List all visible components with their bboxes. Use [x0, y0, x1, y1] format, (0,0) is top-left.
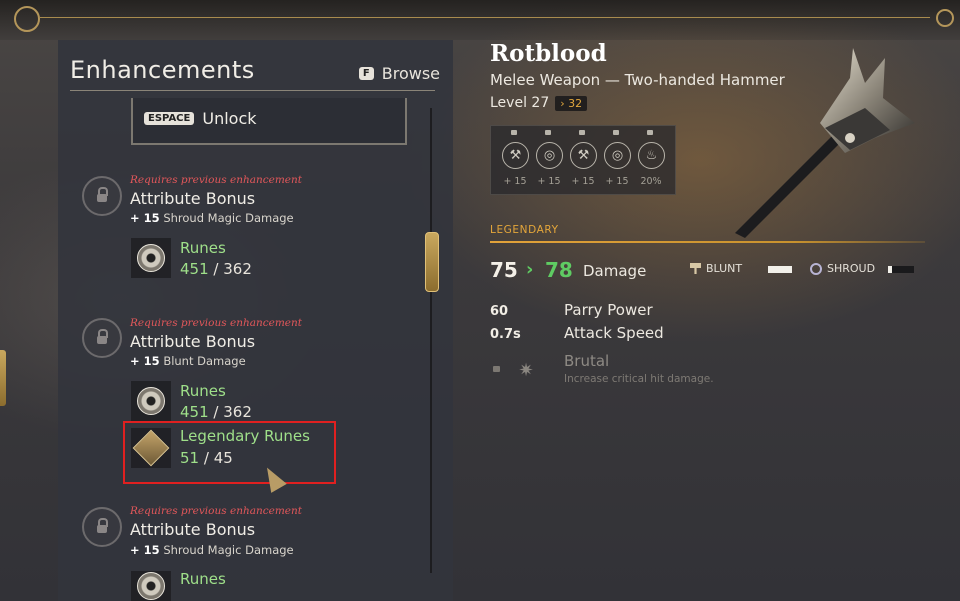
damage-new: 78: [545, 258, 573, 282]
unlock-button[interactable]: ESPACE Unlock: [144, 109, 257, 128]
bonus-value: + 15: [130, 354, 160, 368]
cost-count: 451 / 362: [180, 260, 252, 278]
damage-type-label: SHROUD: [827, 262, 876, 275]
cost-have: 451: [180, 403, 209, 421]
browse-button[interactable]: F Browse: [358, 64, 440, 83]
requirement-text: Requires previous enhancement: [130, 317, 302, 329]
bonus-label: Blunt Damage: [163, 354, 246, 368]
title-divider: [70, 90, 435, 91]
shroud-icon: ◎: [536, 142, 563, 169]
damage-type-blunt: BLUNT: [690, 262, 742, 275]
enhancement-bonus: + 15 Shroud Magic Damage: [130, 211, 294, 225]
top-bar: [0, 0, 960, 40]
key-hint-icon: F: [358, 67, 374, 80]
lock-icon: [579, 130, 585, 135]
damage-type-shroud: SHROUD: [810, 262, 875, 275]
slot[interactable]: ♨ 20%: [635, 126, 669, 194]
enhancement-bonus: + 15 Shroud Magic Damage: [130, 543, 294, 557]
scrollbar-thumb[interactable]: [425, 232, 439, 292]
rune-icon: [131, 381, 171, 421]
panel-title: Enhancements: [70, 56, 255, 84]
enhancement-title: Attribute Bonus: [130, 520, 256, 539]
hammer-icon: ⚒: [570, 142, 597, 169]
cost-need: / 362: [213, 403, 252, 421]
slot[interactable]: ⚒ + 15: [567, 126, 601, 194]
requirement-text: Requires previous enhancement: [130, 505, 302, 517]
cost-name: Runes: [180, 382, 226, 400]
rune-icon: [131, 238, 171, 278]
lock-icon: [647, 130, 653, 135]
level-label: Level 27: [490, 95, 550, 111]
lock-icon: [493, 366, 500, 372]
slot[interactable]: ⚒ + 15: [499, 126, 533, 194]
level-badge: › 32: [555, 95, 588, 111]
slot-value: 20%: [640, 176, 662, 187]
shroud-bar: [888, 266, 914, 273]
browse-label: Browse: [381, 64, 440, 83]
damage-arrow: ›: [526, 259, 534, 280]
cost-name: Runes: [180, 570, 226, 588]
stat-label: Attack Speed: [564, 324, 664, 342]
key-hint-icon: ESPACE: [144, 112, 195, 125]
stat-label: Parry Power: [564, 301, 653, 319]
weapon-name: Rotblood: [490, 40, 607, 67]
cost-have: 451: [180, 260, 209, 278]
damage-old: 75: [490, 258, 518, 282]
blunt-bar: [768, 266, 792, 273]
blunt-bar-fill: [768, 266, 792, 273]
cost-need: / 362: [213, 260, 252, 278]
shroud-icon: [810, 262, 822, 275]
shroud-bar-fill: [888, 266, 892, 273]
highlight-box: [123, 421, 336, 484]
top-divider: [40, 17, 930, 18]
slot[interactable]: ◎ + 15: [601, 126, 635, 194]
cost-count: 451 / 362: [180, 403, 252, 421]
bonus-label: Shroud Magic Damage: [163, 211, 294, 225]
rarity-divider: [490, 241, 925, 243]
stat-value: 0.7s: [490, 327, 521, 342]
weapon-hammer-icon: [735, 48, 915, 238]
hammer-icon: [690, 263, 701, 274]
rune-icon: [131, 571, 171, 601]
lock-icon: [82, 507, 122, 547]
rarity-label: LEGENDARY: [490, 224, 559, 236]
lock-icon: [613, 130, 619, 135]
damage-type-label: BLUNT: [706, 262, 743, 275]
enhancement-bonus: + 15 Blunt Damage: [130, 354, 246, 368]
lock-icon: [82, 176, 122, 216]
ornament-icon: [14, 6, 40, 32]
enhancement-title: Attribute Bonus: [130, 332, 256, 351]
slot[interactable]: ◎ + 15: [533, 126, 567, 194]
ornament-icon: [936, 9, 954, 27]
stat-value: 60: [490, 304, 509, 319]
lock-icon: [82, 318, 122, 358]
enhancement-title: Attribute Bonus: [130, 189, 256, 208]
shroud-icon: ◎: [604, 142, 631, 169]
weapon-level: Level 27 › 32: [490, 95, 588, 111]
bonus-value: + 15: [130, 543, 160, 557]
lock-icon: [545, 130, 551, 135]
hammer-icon: ⚒: [502, 142, 529, 169]
flame-icon: ♨: [638, 142, 665, 169]
damage-label: Damage: [583, 262, 647, 280]
perk-description: Increase critical hit damage.: [564, 373, 714, 385]
lock-icon: [511, 130, 517, 135]
scrollbar-track[interactable]: [430, 108, 432, 573]
bonus-value: + 15: [130, 211, 160, 225]
perk-name: Brutal: [564, 352, 610, 370]
enhancement-slots: ⚒ + 15 ◎ + 15 ⚒ + 15 ◎ + 15 ♨ 20%: [490, 125, 676, 195]
bonus-label: Shroud Magic Damage: [163, 543, 294, 557]
burst-icon: ✷: [518, 360, 534, 381]
cost-name: Runes: [180, 239, 226, 257]
requirement-text: Requires previous enhancement: [130, 174, 302, 186]
unlock-label: Unlock: [202, 109, 257, 128]
side-tab-handle[interactable]: [0, 350, 6, 406]
